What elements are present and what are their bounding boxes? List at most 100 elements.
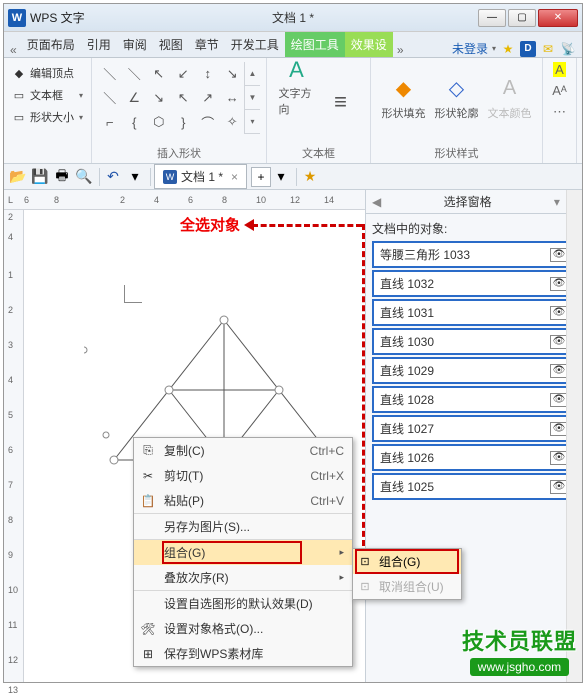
tab-drawing-tools[interactable]: 绘图工具 <box>285 32 345 57</box>
selection-pane-title: 选择窗格 <box>381 193 554 210</box>
tab-developer[interactable]: 开发工具 <box>225 32 285 57</box>
object-list-item[interactable]: 直线 1027👁 <box>372 415 576 442</box>
shape-arrow-ud[interactable]: ↕ <box>196 62 220 85</box>
scroll-up-icon[interactable]: ▲ <box>245 62 260 86</box>
submenu-ungroup: ⊡取消组合(U) <box>353 574 461 599</box>
favorite-button[interactable]: ★ <box>300 167 320 187</box>
shape-brace-r[interactable]: } <box>172 111 196 134</box>
shape-hex[interactable]: ⬡ <box>147 111 171 134</box>
submenu-group[interactable]: ⊡组合(G) <box>353 549 461 574</box>
open-button[interactable]: 📂 <box>8 167 28 187</box>
scroll-down-icon[interactable]: ▼ <box>245 86 260 110</box>
object-list-item[interactable]: 直线 1026👁 <box>372 444 576 471</box>
shape-line2[interactable]: ＼ <box>123 62 147 85</box>
shape-line3[interactable]: ＼ <box>98 86 122 109</box>
shape-gallery-scroll[interactable]: ▲ ▼ ▾ <box>244 62 260 134</box>
shape-arrow-se[interactable]: ↘ <box>221 62 245 85</box>
side-nav-left-icon[interactable]: ◀ <box>372 195 381 209</box>
vertical-scrollbar[interactable] <box>566 190 582 682</box>
tab-effects[interactable]: 效果设 <box>345 32 393 57</box>
text-align-button[interactable]: ≡ <box>323 77 359 117</box>
font-size-button[interactable]: Aᴬ <box>552 83 567 98</box>
horizontal-ruler[interactable]: L 6 8 2 4 6 8 10 12 14 <box>4 190 365 210</box>
object-name: 直线 1030 <box>380 333 434 350</box>
minimize-button[interactable]: — <box>478 9 506 27</box>
tab-nav-left[interactable]: « <box>6 43 21 57</box>
menu-default-effects[interactable]: 设置自选图形的默认效果(D) <box>134 591 352 616</box>
chevron-down-icon: ▾ <box>79 113 83 122</box>
shape-arrow-lr[interactable]: ↔ <box>221 86 245 109</box>
menu-paste[interactable]: 📋粘贴(P)Ctrl+V <box>134 488 352 514</box>
object-list-item[interactable]: 直线 1028👁 <box>372 386 576 413</box>
tab-view[interactable]: 视图 <box>153 32 189 57</box>
shape-line[interactable]: ＼ <box>98 62 122 85</box>
object-list-item[interactable]: 等腰三角形 1033👁 <box>372 241 576 268</box>
text-box-button[interactable]: ▭文本框▾ <box>10 84 85 106</box>
shape-arrow-sw[interactable]: ↙ <box>172 62 196 85</box>
shape-arrow-se2[interactable]: ↘ <box>147 86 171 109</box>
close-button[interactable]: ✕ <box>538 9 578 27</box>
menu-format-object[interactable]: 🛠设置对象格式(O)... <box>134 616 352 641</box>
preview-button[interactable]: 🔍 <box>74 167 94 187</box>
tab-nav-right[interactable]: » <box>393 43 408 57</box>
shape-arrow-ne[interactable]: ↗ <box>196 86 220 109</box>
annotation-select-all: 全选对象 <box>180 214 240 235</box>
tab-list-button[interactable]: ▾ <box>271 167 291 187</box>
edit-vertex-button[interactable]: ◆编辑顶点 <box>10 62 85 84</box>
tab-review[interactable]: 审阅 <box>117 32 153 57</box>
text-align-icon: ≡ <box>334 89 347 115</box>
shape-fill-button[interactable]: ◆形状填充 <box>382 73 426 121</box>
shape-star[interactable]: ✧ <box>221 111 245 134</box>
font-more-button[interactable]: ⋯ <box>553 104 566 120</box>
object-list-item[interactable]: 直线 1029👁 <box>372 357 576 384</box>
menu-copy[interactable]: ⎘复制(C)Ctrl+C <box>134 438 352 463</box>
font-highlight-button[interactable]: A <box>553 62 566 77</box>
save-button[interactable]: 💾 <box>30 167 50 187</box>
print-button[interactable]: 🖶 <box>52 167 72 187</box>
tab-references[interactable]: 引用 <box>81 32 117 57</box>
ribbon-group-shapes-title: 插入形状 <box>98 143 260 161</box>
shape-gallery[interactable]: ＼ ＼ ↖ ↙ ↕ ↘ ＼ ∠ ↘ ↖ ↗ ↔ ⌐ { ⬡ } ⌒ <box>98 62 244 134</box>
shape-outline-button[interactable]: ◇形状轮廓 <box>435 73 479 121</box>
text-color-button[interactable]: A文本颜色 <box>488 73 532 121</box>
shape-arrow-nw[interactable]: ↖ <box>147 62 171 85</box>
tab-chapter[interactable]: 章节 <box>189 32 225 57</box>
doc-tab-close-icon[interactable]: × <box>231 170 238 184</box>
menu-cut[interactable]: ✂剪切(T)Ctrl+X <box>134 463 352 488</box>
shape-corner[interactable]: ⌐ <box>98 111 122 134</box>
vertical-ruler[interactable]: 2 4 1 2 3 4 5 6 7 8 9 10 11 12 13 <box>4 210 24 682</box>
object-list-item[interactable]: 直线 1031👁 <box>372 299 576 326</box>
maximize-button[interactable]: ▢ <box>508 9 536 27</box>
context-menu: ⎘复制(C)Ctrl+C ✂剪切(T)Ctrl+X 📋粘贴(P)Ctrl+V 另… <box>133 437 353 667</box>
shape-arrow-nw2[interactable]: ↖ <box>172 86 196 109</box>
selection-pane-subtitle: 文档中的对象: <box>372 220 576 237</box>
scroll-expand-icon[interactable]: ▾ <box>245 110 260 134</box>
new-tab-button[interactable]: + <box>251 167 271 187</box>
document-tab[interactable]: W 文档 1 * × <box>154 164 247 189</box>
menu-save-as-picture[interactable]: 另存为图片(S)... <box>134 514 352 540</box>
menu-group[interactable]: 组合(G)▸ <box>134 540 352 565</box>
disk-icon[interactable]: D <box>520 41 536 57</box>
side-dropdown-icon[interactable]: ▾ <box>554 195 560 209</box>
login-dropdown-icon[interactable]: ▾ <box>492 44 496 53</box>
undo-button[interactable]: ↶ <box>103 167 123 187</box>
menu-order[interactable]: 叠放次序(R)▸ <box>134 565 352 591</box>
redo-dropdown[interactable]: ▾ <box>125 167 145 187</box>
shape-arc[interactable]: ⌒ <box>196 111 220 134</box>
menu-save-to-library[interactable]: ⊞保存到WPS素材库 <box>134 641 352 666</box>
ribbon-group-text-title: 文本框 <box>273 143 364 161</box>
object-list-item[interactable]: 直线 1032👁 <box>372 270 576 297</box>
text-direction-button[interactable]: A文字方向 <box>279 77 315 117</box>
satellite-icon[interactable]: 📡 <box>560 41 576 57</box>
shape-size-button[interactable]: ▭形状大小▾ <box>10 106 85 128</box>
shape-angle[interactable]: ∠ <box>123 86 147 109</box>
object-list-item[interactable]: 直线 1030👁 <box>372 328 576 355</box>
text-box-icon: ▭ <box>12 88 26 102</box>
login-link[interactable]: 未登录 <box>452 40 488 57</box>
mail-icon[interactable]: ✉ <box>540 41 556 57</box>
object-list-item[interactable]: 直线 1025👁 <box>372 473 576 500</box>
tab-page-layout[interactable]: 页面布局 <box>21 32 81 57</box>
shape-brace-l[interactable]: { <box>123 111 147 134</box>
shape-size-icon: ▭ <box>12 110 26 124</box>
favorite-icon[interactable]: ★ <box>500 41 516 57</box>
